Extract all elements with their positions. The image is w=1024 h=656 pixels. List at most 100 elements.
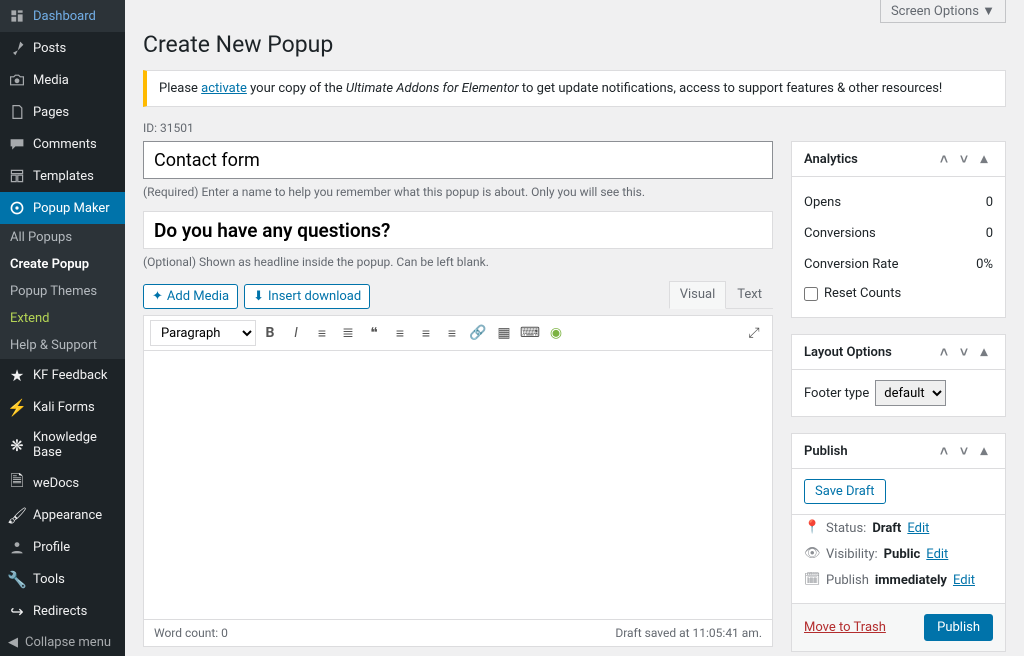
sidebar-item-label: Templates	[33, 169, 94, 184]
sidebar-item-comments[interactable]: Comments	[0, 128, 125, 160]
special-button[interactable]: ◉	[544, 321, 568, 345]
toggle-toolbar-button[interactable]: ⌨	[518, 321, 542, 345]
align-center-button[interactable]: ≡	[414, 321, 438, 345]
layout-options-box: Layout Options ˄ ˅ ▴ Footer type default	[791, 334, 1006, 417]
edit-publish-link[interactable]: Edit	[953, 573, 975, 588]
sidebar-item-label: Appearance	[33, 508, 102, 523]
docs-icon: 🗎	[8, 474, 26, 492]
add-media-button[interactable]: ✦Add Media	[143, 284, 238, 309]
footer-type-select[interactable]: default	[875, 380, 946, 406]
brush-icon: 🖌	[8, 506, 26, 524]
submenu-extend[interactable]: Extend	[0, 305, 125, 332]
collapse-icon: ◀	[8, 635, 18, 650]
user-icon	[8, 538, 26, 556]
sidebar-item-appearance[interactable]: 🖌 Appearance	[0, 499, 125, 531]
star-icon: ★	[8, 366, 26, 384]
edit-visibility-link[interactable]: Edit	[926, 547, 948, 562]
reset-counts-checkbox[interactable]	[804, 287, 818, 301]
sidebar-item-label: Popup Maker	[33, 201, 110, 216]
submenu-help-support[interactable]: Help & Support	[0, 332, 125, 359]
more-button[interactable]: ▦	[492, 321, 516, 345]
move-down-button[interactable]: ˅	[955, 150, 973, 168]
format-select[interactable]: Paragraph	[150, 320, 256, 346]
submenu-create-popup[interactable]: Create Popup	[0, 251, 125, 278]
insert-download-button[interactable]: ⬇Insert download	[244, 284, 370, 309]
sidebar-item-label: Tools	[33, 572, 65, 587]
screen-options-button[interactable]: Screen Options ▼	[880, 0, 1006, 23]
camera-icon	[8, 71, 26, 89]
move-up-button[interactable]: ˄	[935, 442, 953, 460]
pin-icon	[8, 39, 26, 57]
sidebar-item-knowledge-base[interactable]: ❋ Knowledge Base	[0, 423, 125, 467]
calendar-icon: 🗓	[804, 572, 820, 588]
popup-headline-input[interactable]	[143, 211, 773, 249]
sidebar-item-profile[interactable]: Profile	[0, 531, 125, 563]
edit-status-link[interactable]: Edit	[907, 521, 929, 536]
sidebar-item-media[interactable]: Media	[0, 64, 125, 96]
sidebar-item-dashboard[interactable]: Dashboard	[0, 0, 125, 32]
publish-button[interactable]: Publish	[924, 614, 993, 641]
toggle-button[interactable]: ▴	[975, 343, 993, 361]
align-right-button[interactable]: ≡	[440, 321, 464, 345]
move-down-button[interactable]: ˅	[955, 343, 973, 361]
sidebar-item-label: Redirects	[33, 604, 87, 619]
layout-title: Layout Options	[804, 345, 892, 360]
publish-title: Publish	[804, 444, 848, 459]
sidebar-item-templates[interactable]: Templates	[0, 160, 125, 192]
publish-box: Publish ˄ ˅ ▴ Save Draft 📍 Status:	[791, 433, 1006, 652]
sidebar-item-kali-forms[interactable]: ⚡Kali Forms	[0, 391, 125, 423]
bullet-list-button[interactable]: ≡	[310, 321, 334, 345]
templates-icon	[8, 167, 26, 185]
eye-icon: 👁	[804, 546, 820, 562]
submenu-popup-themes[interactable]: Popup Themes	[0, 278, 125, 305]
reset-label: Reset Counts	[824, 286, 901, 301]
move-up-button[interactable]: ˄	[935, 343, 953, 361]
popup-name-input[interactable]	[143, 141, 773, 179]
align-left-button[interactable]: ≡	[388, 321, 412, 345]
sidebar-item-wedocs[interactable]: 🗎weDocs	[0, 467, 125, 499]
editor-tab-visual[interactable]: Visual	[669, 281, 727, 309]
toggle-button[interactable]: ▴	[975, 442, 993, 460]
toggle-button[interactable]: ▴	[975, 150, 993, 168]
editor-tab-text[interactable]: Text	[726, 281, 773, 308]
footer-type-label: Footer type	[804, 386, 869, 401]
move-up-button[interactable]: ˄	[935, 150, 953, 168]
popup-headline-helper: (Optional) Shown as headline inside the …	[143, 255, 773, 269]
sidebar-item-label: Knowledge Base	[33, 430, 117, 460]
sidebar-item-redirects[interactable]: ↪Redirects	[0, 595, 125, 627]
collapse-label: Collapse menu	[25, 635, 111, 650]
quote-button[interactable]: ❝	[362, 321, 386, 345]
fullscreen-button[interactable]: ⤢	[742, 321, 766, 345]
analytics-title: Analytics	[804, 152, 858, 167]
conversions-label: Conversions	[804, 226, 876, 241]
save-draft-button[interactable]: Save Draft	[804, 479, 886, 504]
bold-button[interactable]: B	[258, 321, 282, 345]
sidebar-item-label: Comments	[33, 137, 97, 152]
admin-sidebar: Dashboard Posts Media Pages Comments Tem…	[0, 0, 125, 656]
collapse-menu-button[interactable]: ◀ Collapse menu	[0, 627, 125, 656]
sidebar-item-tools[interactable]: 🔧Tools	[0, 563, 125, 595]
sidebar-item-pages[interactable]: Pages	[0, 96, 125, 128]
opens-value: 0	[986, 195, 993, 210]
sidebar-item-posts[interactable]: Posts	[0, 32, 125, 64]
analytics-box: Analytics ˄ ˅ ▴ Opens0 Conversions0 Conv…	[791, 141, 1006, 318]
sidebar-item-label: Media	[33, 73, 69, 88]
editor-content-area[interactable]	[144, 351, 772, 619]
link-button[interactable]: 🔗	[466, 321, 490, 345]
publish-value: immediately	[875, 573, 947, 588]
submenu-all-popups[interactable]: All Popups	[0, 224, 125, 251]
activate-link[interactable]: activate	[201, 81, 247, 96]
bolt-icon: ⚡	[8, 398, 26, 416]
comment-icon	[8, 135, 26, 153]
number-list-button[interactable]: ≣	[336, 321, 360, 345]
book-icon: ❋	[8, 436, 26, 454]
move-to-trash-link[interactable]: Move to Trash	[804, 620, 886, 635]
sidebar-item-kf-feedback[interactable]: ★KF Feedback	[0, 359, 125, 391]
move-down-button[interactable]: ˅	[955, 442, 973, 460]
activation-notice: Please activate your copy of the Ultimat…	[143, 70, 1006, 107]
dashboard-icon	[8, 7, 26, 25]
sidebar-item-popup-maker[interactable]: Popup Maker	[0, 192, 125, 224]
rate-value: 0%	[976, 257, 993, 272]
italic-button[interactable]: I	[284, 321, 308, 345]
pin-icon: 📍	[804, 520, 820, 536]
